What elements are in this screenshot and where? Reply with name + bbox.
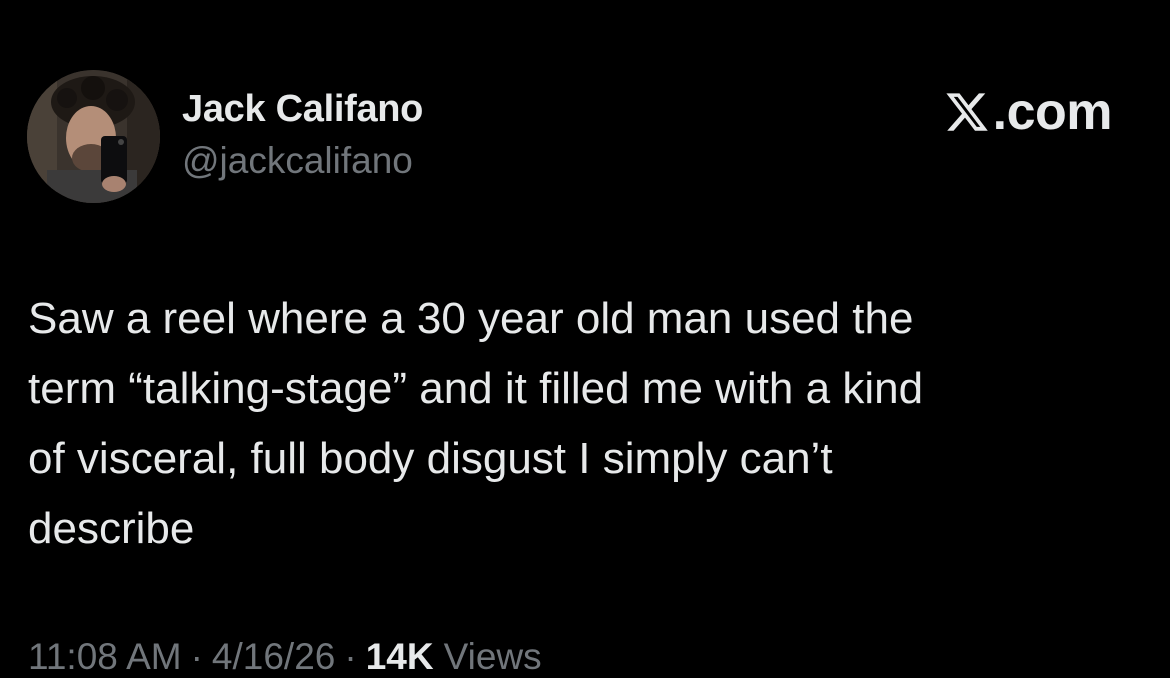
brand-watermark: .com — [943, 83, 1113, 141]
tweet-text: Saw a reel where a 30 year old man used … — [28, 294, 924, 553]
views-count[interactable]: 14K — [366, 636, 434, 678]
author-handle[interactable]: @jackcalifano — [182, 140, 413, 182]
author-display-name[interactable]: Jack Califano — [182, 88, 423, 131]
tweet-date[interactable]: 4/16/26 — [212, 636, 335, 678]
views-label: Views — [443, 636, 542, 677]
tweet-meta: 11:08 AM · 4/16/26 · 14K Views — [28, 636, 542, 678]
brand-domain-text: .com — [992, 83, 1113, 141]
avatar-photo — [27, 70, 160, 203]
meta-separator: · — [344, 636, 357, 677]
x-logo-icon — [946, 93, 988, 131]
meta-separator: · — [190, 636, 203, 677]
tweet-time[interactable]: 11:08 AM — [28, 636, 182, 678]
tweet-card: Jack Califano @jackcalifano .com Saw a r… — [0, 0, 1170, 677]
avatar[interactable] — [27, 70, 160, 203]
